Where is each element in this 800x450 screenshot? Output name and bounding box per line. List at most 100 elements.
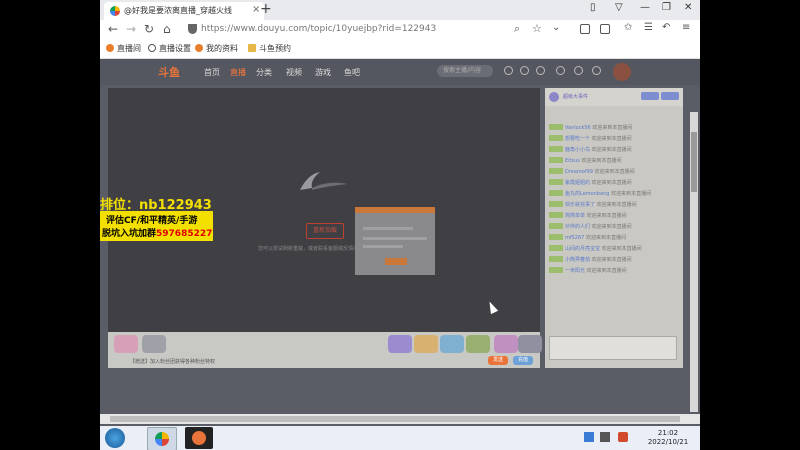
chat-message: 紫霞姐姐的 欢迎来到本直播间 [549, 179, 677, 187]
fan-badge-icon [549, 179, 563, 185]
scroll-thumb[interactable] [110, 416, 680, 422]
chat-text: 欢迎来到本直播间 [596, 202, 637, 208]
letterbox-left [0, 0, 100, 450]
bookmarks-bar: 直播间 直播设置 我的资料 斗鱼预约 [100, 40, 700, 59]
chevron-down-icon[interactable]: ⌄ [552, 22, 560, 33]
input-method-icon[interactable] [618, 432, 628, 442]
browser-tab[interactable]: @好我是要浓离直播_穿越火线 × [104, 2, 264, 20]
chat-username[interactable]: 鱼丸的Lemonbang [565, 191, 609, 197]
screenshot-icon[interactable] [600, 24, 610, 34]
vertical-scrollbar[interactable] [690, 112, 698, 412]
back-button[interactable]: ← [108, 22, 118, 36]
chat-tag[interactable] [661, 92, 679, 100]
gift-item[interactable] [440, 335, 464, 353]
gift-item[interactable] [466, 335, 490, 353]
chat-message: mf5267 欢迎来到本直播间 [549, 234, 677, 242]
taskbar-app-button[interactable] [185, 427, 213, 449]
nav-category[interactable]: 分类 [256, 67, 272, 78]
gift-item[interactable] [518, 335, 542, 353]
message-icon[interactable] [556, 66, 565, 75]
keyboard-icon[interactable] [584, 432, 594, 442]
refresh-button[interactable]: ↻ [144, 22, 154, 36]
popup-dialog[interactable] [355, 207, 435, 275]
fan-badge-icon [549, 212, 563, 218]
chat-username[interactable]: Dreamof99 [565, 169, 593, 175]
start-button[interactable] [105, 428, 125, 448]
history-icon[interactable] [504, 66, 513, 75]
nav-game[interactable]: 游戏 [315, 67, 331, 78]
task-icon[interactable] [574, 66, 583, 75]
sidebar-icon[interactable] [580, 24, 590, 34]
menu-icon[interactable]: ≡ [682, 22, 690, 33]
maximize-button[interactable]: ❐ [662, 2, 671, 13]
location-icon[interactable] [592, 66, 601, 75]
chat-message: 快乐就完事了 欢迎来到本直播间 [549, 201, 677, 209]
loading-logo-icon [300, 172, 348, 190]
home-button[interactable]: ⌂ [163, 22, 171, 36]
chat-message: 山间的月亮宝宝 欢迎来到本直播间 [549, 245, 677, 253]
bookmark-item[interactable]: 斗鱼预约 [248, 43, 291, 54]
chat-username[interactable]: 快乐就完事了 [565, 202, 595, 208]
chat-username[interactable]: 小熊弄蕃茄 [565, 257, 590, 263]
recharge-button[interactable]: 充值 [513, 356, 533, 365]
clock[interactable]: 21:02 2022/10/21 [638, 429, 698, 447]
chat-username[interactable]: 山间的月亮宝宝 [565, 246, 600, 252]
gift-item[interactable] [142, 335, 166, 353]
bookmark-item[interactable]: 直播间 [106, 43, 141, 54]
gift-item[interactable] [114, 335, 138, 353]
search-icon[interactable]: ⌕ [514, 22, 520, 36]
chat-username[interactable]: 想要吃一个 [565, 136, 590, 142]
chat-username[interactable]: mf5267 [565, 235, 584, 241]
nav-fishbar[interactable]: 鱼吧 [344, 67, 360, 78]
address-bar[interactable]: https://www.douyu.com/topic/10yuejbp?rid… [185, 22, 521, 36]
bookmark-item[interactable]: 我的资料 [195, 43, 238, 54]
network-icon[interactable] [600, 432, 610, 442]
chat-username[interactable]: 伙伴的人们 [565, 224, 590, 230]
gift-hint: 【赠送】加入粉丝团获得各种粉丝特权 [130, 359, 216, 365]
site-search-input[interactable]: 搜索主播/内容 [437, 65, 493, 77]
new-tab-button[interactable]: + [260, 1, 272, 17]
close-window-button[interactable]: ✕ [684, 2, 692, 13]
chat-username[interactable]: 简简单单 [565, 213, 585, 219]
minimize-button[interactable]: — [640, 2, 650, 13]
taskbar: 21:02 2022/10/21 [100, 426, 700, 450]
gift-item[interactable] [414, 335, 438, 353]
history-icon[interactable]: ☰ [644, 22, 653, 33]
folder-icon [248, 44, 256, 52]
nav-video[interactable]: 视频 [286, 67, 302, 78]
dialog-confirm-button[interactable] [385, 258, 407, 265]
horizontal-scrollbar[interactable] [100, 414, 700, 424]
scroll-thumb[interactable] [691, 132, 697, 192]
chat-username[interactable]: Eitsus [565, 158, 580, 164]
pin-icon[interactable]: ▽ [615, 2, 623, 13]
reload-button[interactable]: 重新加载 [306, 223, 344, 239]
chat-text: 欢迎来到本直播间 [591, 257, 632, 263]
chat-text: 欢迎来到本直播间 [586, 213, 627, 219]
star-icon[interactable]: ☆ [532, 22, 542, 35]
chat-username[interactable]: 鹿角小小鸟 [565, 147, 590, 153]
fan-badge-icon [549, 201, 563, 207]
send-button[interactable]: 发送 [488, 356, 508, 365]
chat-username[interactable]: 一米阳光 [565, 268, 585, 274]
gift-item[interactable] [388, 335, 412, 353]
download-icon[interactable] [536, 66, 545, 75]
app-icon [192, 431, 206, 445]
gift-item[interactable] [494, 335, 518, 353]
nav-live[interactable]: 直播 [230, 67, 246, 78]
forward-button[interactable]: → [126, 22, 136, 36]
avatar[interactable] [613, 63, 631, 81]
nav-home[interactable]: 首页 [204, 67, 220, 78]
window-list-icon[interactable]: ▯ [590, 2, 596, 13]
bookmark-item[interactable]: 直播设置 [148, 43, 191, 54]
favorites-icon[interactable]: ✩ [624, 22, 632, 33]
chat-input[interactable] [549, 336, 677, 360]
undo-icon[interactable]: ↶ [662, 22, 670, 33]
chat-tag[interactable] [641, 92, 659, 100]
chat-username[interactable]: 紫霞姐姐的 [565, 180, 590, 186]
chat-text: 欢迎来到本直播间 [592, 125, 633, 131]
chat-username[interactable]: Vanlock56 [565, 125, 591, 131]
chat-message: 小熊弄蕃茄 欢迎来到本直播间 [549, 256, 677, 264]
taskbar-browser-button[interactable] [147, 427, 177, 450]
follow-icon[interactable] [520, 66, 529, 75]
douyu-logo[interactable]: 斗鱼 [158, 64, 180, 80]
